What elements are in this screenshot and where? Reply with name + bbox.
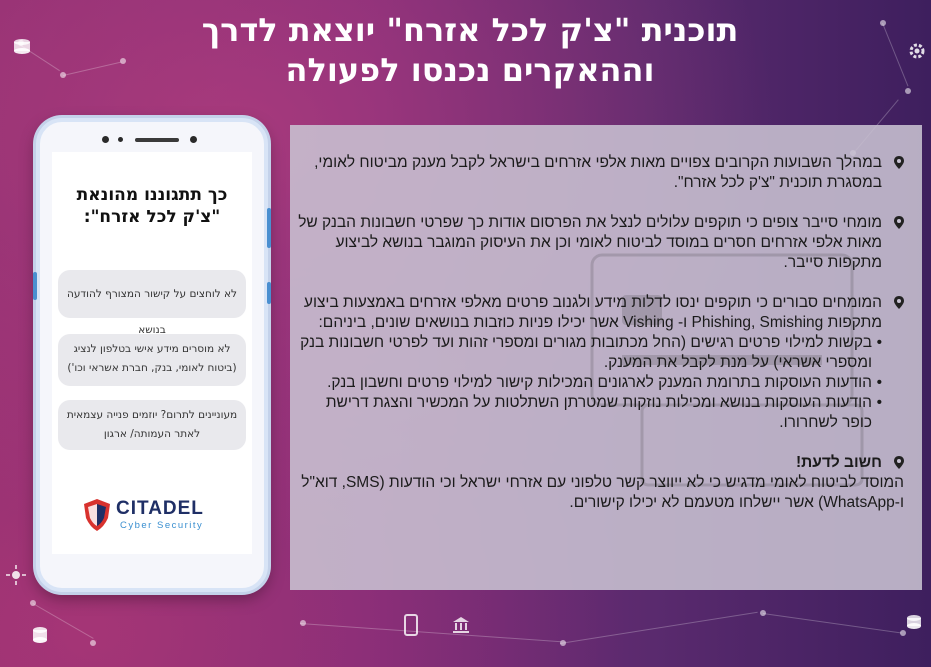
phone-mockup: כך תתגוננו מהונאת "צ'ק לכל אזרח": לא לוח… xyxy=(33,118,271,592)
title-line-2: וההאקרים נכנסו לפעולה xyxy=(285,51,655,89)
page-title: תוכנית "צ'ק לכל אזרח" יוצאת לדרך וההאקרי… xyxy=(150,10,790,90)
shield-icon xyxy=(84,499,110,531)
important-note: חשוב לדעת! המוסד לביטוח לאומי מדגיש כי ל… xyxy=(298,453,904,513)
gear-icon xyxy=(909,43,925,59)
bullet-text: בקשות למילוי פרטים רגישים (החל מכתובות מ… xyxy=(300,334,872,371)
location-pin-icon xyxy=(894,216,904,229)
phone-camera-bar xyxy=(40,136,264,146)
message-bubble: לא מוסרים מידע אישי בטלפון לנציג (ביטוח … xyxy=(58,334,246,386)
message-text: מעוניינים לתרום? יוזמים פנייה עצמאית לאת… xyxy=(66,409,238,440)
logo-tagline: Cyber Security xyxy=(120,520,204,531)
message-text: לא לוחצים על קישור המצורף להודעה בנושא xyxy=(66,288,238,336)
bullet-text: הודעות העוסקות בנושא ומכילות נוזקות שמטר… xyxy=(325,394,872,431)
bank-icon xyxy=(453,617,469,633)
location-pin-icon xyxy=(894,456,904,469)
phone-heading-line-2: "צ'ק לכל אזרח": xyxy=(83,207,221,227)
phone-side-button xyxy=(33,272,37,300)
message-bubble: מעוניינים לתרום? יוזמים פנייה עצמאית לאת… xyxy=(58,400,246,450)
phone-heading-line-1: כך תתגוננו מהונאת xyxy=(76,185,228,205)
important-text: המוסד לביטוח לאומי מדגיש כי לא ייווצר קש… xyxy=(301,474,904,511)
phone-screen: כך תתגוננו מהונאת "צ'ק לכל אזרח": לא לוח… xyxy=(52,152,252,554)
coins-icon xyxy=(33,627,47,643)
phone-icon xyxy=(404,614,418,636)
phone-side-button xyxy=(267,282,271,304)
coins-icon xyxy=(907,615,921,629)
citadel-logo: CITADEL Cyber Security xyxy=(82,498,222,534)
paragraph-text: מומחי סייבר צופים כי תוקפים עלולים לנצל … xyxy=(298,214,882,271)
bullet-text: הודעות העוסקות בתרומת המענק לארגונים המכ… xyxy=(327,374,872,391)
paragraph: במהלך השבועות הקרובים צפויים מאות אלפי א… xyxy=(298,153,904,193)
bullet-item: • הודעות העוסקות בתרומת המענק לארגונים המ… xyxy=(327,374,882,391)
panel-content: במהלך השבועות הקרובים צפויים מאות אלפי א… xyxy=(298,153,904,513)
phone-side-button xyxy=(267,208,271,248)
paragraph-text: המומחים סבורים כי תוקפים ינסו לדלות מידע… xyxy=(303,294,882,331)
bullet-item: • הודעות העוסקות בנושא ומכילות נוזקות שמט… xyxy=(325,394,882,431)
info-panel: במהלך השבועות הקרובים צפויים מאות אלפי א… xyxy=(290,125,922,590)
title-line-1: תוכנית "צ'ק לכל אזרח" יוצאת לדרך xyxy=(201,11,739,49)
bullet-item: • בקשות למילוי פרטים רגישים (החל מכתובות … xyxy=(300,334,882,371)
phone-heading: כך תתגוננו מהונאת "צ'ק לכל אזרח": xyxy=(60,184,244,228)
coins-icon xyxy=(14,39,30,54)
logo-name: CITADEL xyxy=(116,498,204,519)
sun-icon xyxy=(6,565,26,585)
location-pin-icon xyxy=(894,156,904,169)
message-bubble: לא לוחצים על קישור המצורף להודעה בנושא xyxy=(58,270,246,336)
location-pin-icon xyxy=(894,296,904,309)
message-text: לא מוסרים מידע אישי בטלפון לנציג (ביטוח … xyxy=(67,343,237,374)
paragraph-text: במהלך השבועות הקרובים צפויים מאות אלפי א… xyxy=(314,154,882,191)
paragraph: מומחי סייבר צופים כי תוקפים עלולים לנצל … xyxy=(298,213,904,273)
paragraph: המומחים סבורים כי תוקפים ינסו לדלות מידע… xyxy=(298,293,904,433)
important-label: חשוב לדעת! xyxy=(796,454,882,471)
